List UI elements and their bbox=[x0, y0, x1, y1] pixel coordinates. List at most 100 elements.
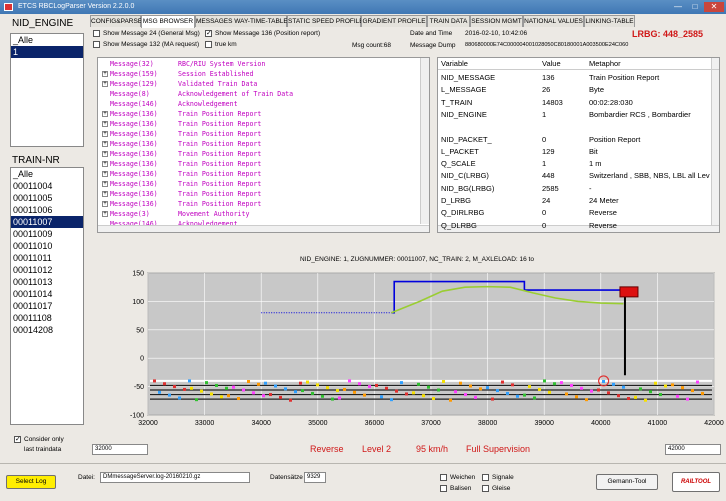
expand-icon[interactable]: + bbox=[102, 121, 108, 127]
tree-node[interactable]: +Message(136) Train Position Report bbox=[98, 149, 418, 159]
tree-node[interactable]: +Message(136) Train Position Report bbox=[98, 199, 418, 209]
range-from-input[interactable]: 32000 bbox=[92, 444, 148, 455]
train-nr-list-item[interactable]: 00011017 bbox=[11, 300, 83, 312]
weichen-checkbox[interactable]: Weichen bbox=[440, 474, 475, 481]
show-msg132-checkbox[interactable]: Show Message 132 (MA request) bbox=[93, 41, 199, 48]
track-marker bbox=[523, 393, 526, 397]
track-marker bbox=[570, 383, 573, 387]
expand-icon[interactable]: + bbox=[102, 211, 108, 217]
train-nr-list-item[interactable]: 00011004 bbox=[11, 180, 83, 192]
grid-row[interactable]: NID_MESSAGE 136 Train Position Report bbox=[438, 72, 719, 84]
gemann-tool-button[interactable]: Gemann-Tool bbox=[596, 474, 658, 490]
grid-cell: 0 bbox=[542, 134, 547, 144]
tab-config-parse[interactable]: CONFIG&PARSE bbox=[90, 15, 142, 27]
expand-icon[interactable]: + bbox=[102, 131, 108, 137]
grid-cell: 0 bbox=[542, 208, 547, 218]
expand-icon[interactable]: + bbox=[102, 111, 108, 117]
grid-row[interactable]: Q_DIRLRBG 0 Reverse bbox=[438, 207, 719, 219]
expand-icon[interactable]: + bbox=[102, 141, 108, 147]
message-tree[interactable]: +Message(136)Train Position ReportMessag… bbox=[97, 57, 430, 233]
expand-icon[interactable]: + bbox=[102, 161, 108, 167]
variable-grid[interactable]: Variable Value Metaphor NID_MESSAGE 136 Train… bbox=[437, 57, 720, 233]
train-nr-list[interactable]: _Alle 00011004 00011005 00011006 00011007 000… bbox=[10, 167, 84, 425]
grid-row[interactable]: Q_SCALE 1 1 m bbox=[438, 158, 719, 170]
train-nr-list-item[interactable]: 00011006 bbox=[11, 204, 83, 216]
tab-linking-table[interactable]: LINKING-TABLE bbox=[584, 15, 635, 27]
expand-icon[interactable]: + bbox=[102, 201, 108, 207]
train-nr-list-item[interactable]: 00011014 bbox=[11, 288, 83, 300]
tree-node[interactable]: + Message(3) Movement Authority bbox=[98, 209, 418, 219]
tab-train-data[interactable]: TRAIN DATA bbox=[427, 15, 470, 27]
train-nr-list-item[interactable]: _Alle bbox=[11, 168, 83, 180]
train-nr-list-item[interactable]: 00011012 bbox=[11, 264, 83, 276]
tab-gradient-profile[interactable]: GRADIENT PROFILE bbox=[361, 15, 427, 27]
tab-national-values[interactable]: NATIONAL VALUES bbox=[523, 15, 584, 27]
train-nr-list-item[interactable]: 00011108 bbox=[11, 312, 83, 324]
track-marker bbox=[227, 394, 230, 398]
tree-node[interactable]: +Message(136) Train Position Report bbox=[98, 159, 418, 169]
status-mode: Full Supervision bbox=[466, 444, 531, 454]
grid-cell: 1 bbox=[542, 109, 547, 119]
tab-session-mgmt[interactable]: SESSION MGMT bbox=[470, 15, 523, 27]
tree-node[interactable]: +Message(136) Train Position Report bbox=[98, 109, 418, 119]
tab-static-speed-profile[interactable]: STATIC SPEED PROFILE bbox=[287, 15, 364, 27]
show-msg24-checkbox[interactable]: Show Message 24 (General Msg) bbox=[93, 30, 200, 37]
grid-row[interactable] bbox=[438, 121, 719, 133]
expand-icon[interactable]: + bbox=[102, 151, 108, 157]
grid-row[interactable]: NID_C(LRBG) 448 Switzerland , SBB, NBS, LB… bbox=[438, 170, 719, 182]
expand-icon[interactable]: + bbox=[102, 181, 108, 187]
track-marker bbox=[654, 381, 657, 385]
tree-horizontal-scrollbar[interactable] bbox=[98, 225, 429, 232]
track-marker bbox=[474, 395, 477, 399]
close-button[interactable]: ✕ bbox=[704, 2, 724, 12]
tree-node[interactable]: +Message(136) Train Position Report bbox=[98, 119, 418, 129]
train-nr-list-item[interactable]: 00011013 bbox=[11, 276, 83, 288]
signale-checkbox[interactable]: Signale bbox=[482, 474, 514, 481]
tree-vertical-scrollbar[interactable] bbox=[420, 58, 429, 224]
train-nr-list-item[interactable]: 00011010 bbox=[11, 240, 83, 252]
train-nr-list-item[interactable]: 00011005 bbox=[11, 192, 83, 204]
grid-row[interactable]: NID_PACKET_ 0 Position Report bbox=[438, 134, 719, 146]
grid-row[interactable]: NID_BG(LRBG) 2585 - bbox=[438, 183, 719, 195]
tab-msg-browser[interactable]: MSG BROWSER bbox=[141, 15, 195, 28]
consider-only-checkbox[interactable]: Consider only bbox=[14, 435, 64, 443]
nid-engine-list-item[interactable]: _Alle bbox=[11, 34, 83, 46]
tree-node[interactable]: Message(8) Acknowledgement of Train Data bbox=[98, 89, 418, 99]
tree-node[interactable]: Message(146) Acknowledgement bbox=[98, 99, 418, 109]
minimize-button[interactable]: — bbox=[670, 2, 686, 12]
tree-node[interactable]: +Message(136) Train Position Report bbox=[98, 189, 418, 199]
grid-row[interactable]: L_PACKET 129 Bit bbox=[438, 146, 719, 158]
true-km-checkbox[interactable]: true km bbox=[205, 41, 237, 48]
tree-node[interactable]: +Message(136) Train Position Report bbox=[98, 179, 418, 189]
grid-row[interactable]: NID_ENGINE 1 Bombardier RCS , Bombardier bbox=[438, 109, 719, 121]
nid-engine-list[interactable]: _Alle 1 bbox=[10, 33, 84, 147]
gleise-checkbox[interactable]: Gleise bbox=[482, 485, 510, 492]
grid-row[interactable]: D_LRBG 24 24 Meter bbox=[438, 195, 719, 207]
train-nr-list-item[interactable]: 00014208 bbox=[11, 324, 83, 336]
maximize-button[interactable]: □ bbox=[687, 2, 703, 12]
train-nr-list-item[interactable]: 00011007 bbox=[11, 216, 83, 228]
train-nr-list-item[interactable]: 00011009 bbox=[11, 228, 83, 240]
grid-row[interactable]: Q_DLRBG 0 Reverse bbox=[438, 220, 719, 232]
balisen-checkbox[interactable]: Balisen bbox=[440, 485, 471, 492]
tree-node[interactable]: +Message(136) Train Position Report bbox=[98, 169, 418, 179]
grid-cell: Q_SCALE bbox=[441, 159, 476, 169]
tree-node[interactable]: Message(32) RBC/RIU System Version bbox=[98, 59, 418, 69]
expand-icon[interactable]: + bbox=[102, 171, 108, 177]
select-log-button[interactable]: Select Log bbox=[6, 475, 56, 489]
tab-messages-way-time-table[interactable]: MESSAGES WAY-TIME-TABLE bbox=[195, 15, 288, 27]
grid-row[interactable]: T_TRAIN 14803 00:02:28:030 bbox=[438, 97, 719, 109]
expand-icon[interactable]: + bbox=[102, 191, 108, 197]
nid-engine-list-item[interactable]: 1 bbox=[11, 46, 83, 58]
tree-node[interactable]: +Message(136) Train Position Report bbox=[98, 139, 418, 149]
track-marker bbox=[469, 384, 472, 388]
show-msg136-checkbox[interactable]: Show Message 136 (Position report) bbox=[205, 29, 320, 37]
expand-icon[interactable]: + bbox=[102, 71, 108, 77]
train-nr-list-item[interactable]: 00011011 bbox=[11, 252, 83, 264]
tree-node[interactable]: +Message(136) Train Position Report bbox=[98, 129, 418, 139]
tree-node[interactable]: + Message(159) Session Established bbox=[98, 69, 418, 79]
range-to-input[interactable]: 42000 bbox=[665, 444, 721, 455]
expand-icon[interactable]: + bbox=[102, 81, 108, 87]
grid-row[interactable]: L_MESSAGE 26 Byte bbox=[438, 84, 719, 96]
tree-node[interactable]: + Message(129) Validated Train Data bbox=[98, 79, 418, 89]
